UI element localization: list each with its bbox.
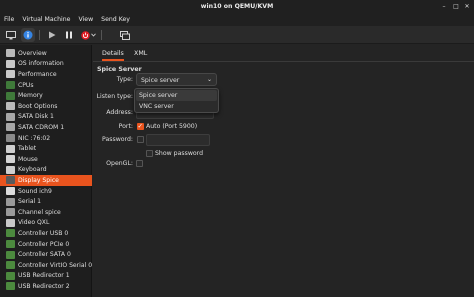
sidebar-item-controller-usb-0[interactable]: Controller USB 0 [0,228,92,239]
tab-details[interactable]: Details [102,50,124,61]
controller-icon [6,250,15,259]
sidebar-item-display-spice[interactable]: Display Spice [0,175,92,186]
usb-icon [6,271,15,280]
sidebar-item-controller-virtio-serial-0[interactable]: Controller VirtIO Serial 0 [0,260,92,271]
address-label: Address: [106,109,133,116]
os-info-icon [6,59,15,68]
sidebar-item-nic[interactable]: NIC :76:02 [0,133,92,144]
type-select-value: Spice server [141,77,180,84]
menu-file[interactable]: File [0,14,18,26]
listen-type-label: Listen type: [96,93,133,100]
detail-tabs: Details XML [93,46,474,62]
sidebar-item-channel-spice[interactable]: Channel spice [0,207,92,218]
controller-icon [6,240,15,249]
sidebar-item-usb-redirector-1[interactable]: USB Redirector 1 [0,271,92,282]
window-title: win10 on QEMU/KVM [200,3,274,10]
channel-icon [6,208,15,217]
dropdown-option-spice-server[interactable]: Spice server [136,90,217,101]
chevron-down-icon [90,33,96,37]
network-icon [6,134,15,143]
title-bar: win10 on QEMU/KVM – □ ✕ [0,0,474,14]
sidebar-item-overview[interactable]: Overview [0,48,92,59]
sidebar-item-video-qxl[interactable]: Video QXL [0,218,92,229]
overview-icon [6,49,15,58]
close-button[interactable]: ✕ [463,3,471,11]
menu-send-key[interactable]: Send Key [97,14,134,26]
run-button[interactable] [45,28,59,42]
menu-virtual-machine[interactable]: Virtual Machine [18,14,74,26]
keyboard-icon [6,165,15,174]
cdrom-icon [6,123,15,132]
details-button[interactable] [21,28,35,42]
disk-icon [6,112,15,121]
type-label: Type: [116,76,133,83]
sidebar-item-controller-pcie-0[interactable]: Controller PCIe 0 [0,239,92,250]
memory-icon [6,91,15,100]
port-auto-label: Auto (Port 5900) [146,123,198,130]
password-label: Password: [102,136,133,143]
menu-view[interactable]: View [74,14,97,26]
sidebar-item-sound-ich9[interactable]: Sound ich9 [0,186,92,197]
console-button[interactable] [4,28,18,42]
type-select[interactable]: Spice server ⌄ [136,73,217,86]
controller-icon [6,261,15,270]
play-icon [49,31,56,39]
toolbar [0,26,474,44]
toolbar-separator [39,30,40,40]
cpu-icon [6,81,15,90]
mouse-icon [6,155,15,164]
menu-bar: File Virtual Machine View Send Key [0,14,474,26]
show-password-label: Show password [155,150,204,157]
port-auto-checkbox[interactable] [137,122,144,130]
type-dropdown-menu: Spice server VNC server [134,88,219,113]
sidebar-item-cpus[interactable]: CPUs [0,80,92,91]
power-icon [80,30,90,40]
boot-icon [6,102,15,111]
sidebar-item-performance[interactable]: Performance [0,69,92,80]
sidebar-item-memory[interactable]: Memory [0,90,92,101]
serial-icon [6,197,15,206]
sidebar-item-tablet[interactable]: Tablet [0,143,92,154]
sidebar-item-sata-cdrom-1[interactable]: SATA CDROM 1 [0,122,92,133]
sidebar-item-serial-1[interactable]: Serial 1 [0,196,92,207]
monitor-icon [6,30,16,39]
show-password-checkbox[interactable] [146,150,153,157]
toolbar-separator [101,30,102,40]
sidebar-item-os-information[interactable]: OS information [0,59,92,70]
opengl-checkbox[interactable] [136,160,143,167]
hardware-list: Overview OS information Performance CPUs… [0,45,92,297]
video-icon [6,218,15,227]
controller-icon [6,229,15,238]
pause-button[interactable] [62,28,76,42]
password-field[interactable] [146,134,210,146]
snapshots-button[interactable] [118,28,132,42]
usb-icon [6,282,15,291]
chevron-down-icon: ⌄ [206,76,212,83]
screenshot-icon [120,30,130,40]
shutdown-button[interactable] [79,28,97,42]
sidebar-item-boot-options[interactable]: Boot Options [0,101,92,112]
port-label: Port: [118,123,133,130]
sidebar-item-mouse[interactable]: Mouse [0,154,92,165]
maximize-button[interactable]: □ [452,3,460,11]
sidebar-item-sata-disk-1[interactable]: SATA Disk 1 [0,112,92,123]
password-checkbox[interactable] [137,136,144,143]
display-settings-panel: Spice Server Type: Spice server ⌄ Spice … [93,63,474,297]
sidebar-item-keyboard[interactable]: Keyboard [0,165,92,176]
section-title: Spice Server [97,66,142,73]
performance-icon [6,70,15,79]
tablet-icon [6,144,15,153]
sound-icon [6,187,15,196]
minimize-button[interactable]: – [440,3,448,11]
sidebar-item-controller-sata-0[interactable]: Controller SATA 0 [0,249,92,260]
tab-xml[interactable]: XML [134,50,147,57]
dropdown-option-vnc-server[interactable]: VNC server [136,101,217,112]
opengl-label: OpenGL: [106,160,133,167]
pause-icon [66,31,72,39]
display-icon [6,176,15,185]
info-icon [23,30,33,40]
sidebar-item-usb-redirector-2[interactable]: USB Redirector 2 [0,281,92,292]
